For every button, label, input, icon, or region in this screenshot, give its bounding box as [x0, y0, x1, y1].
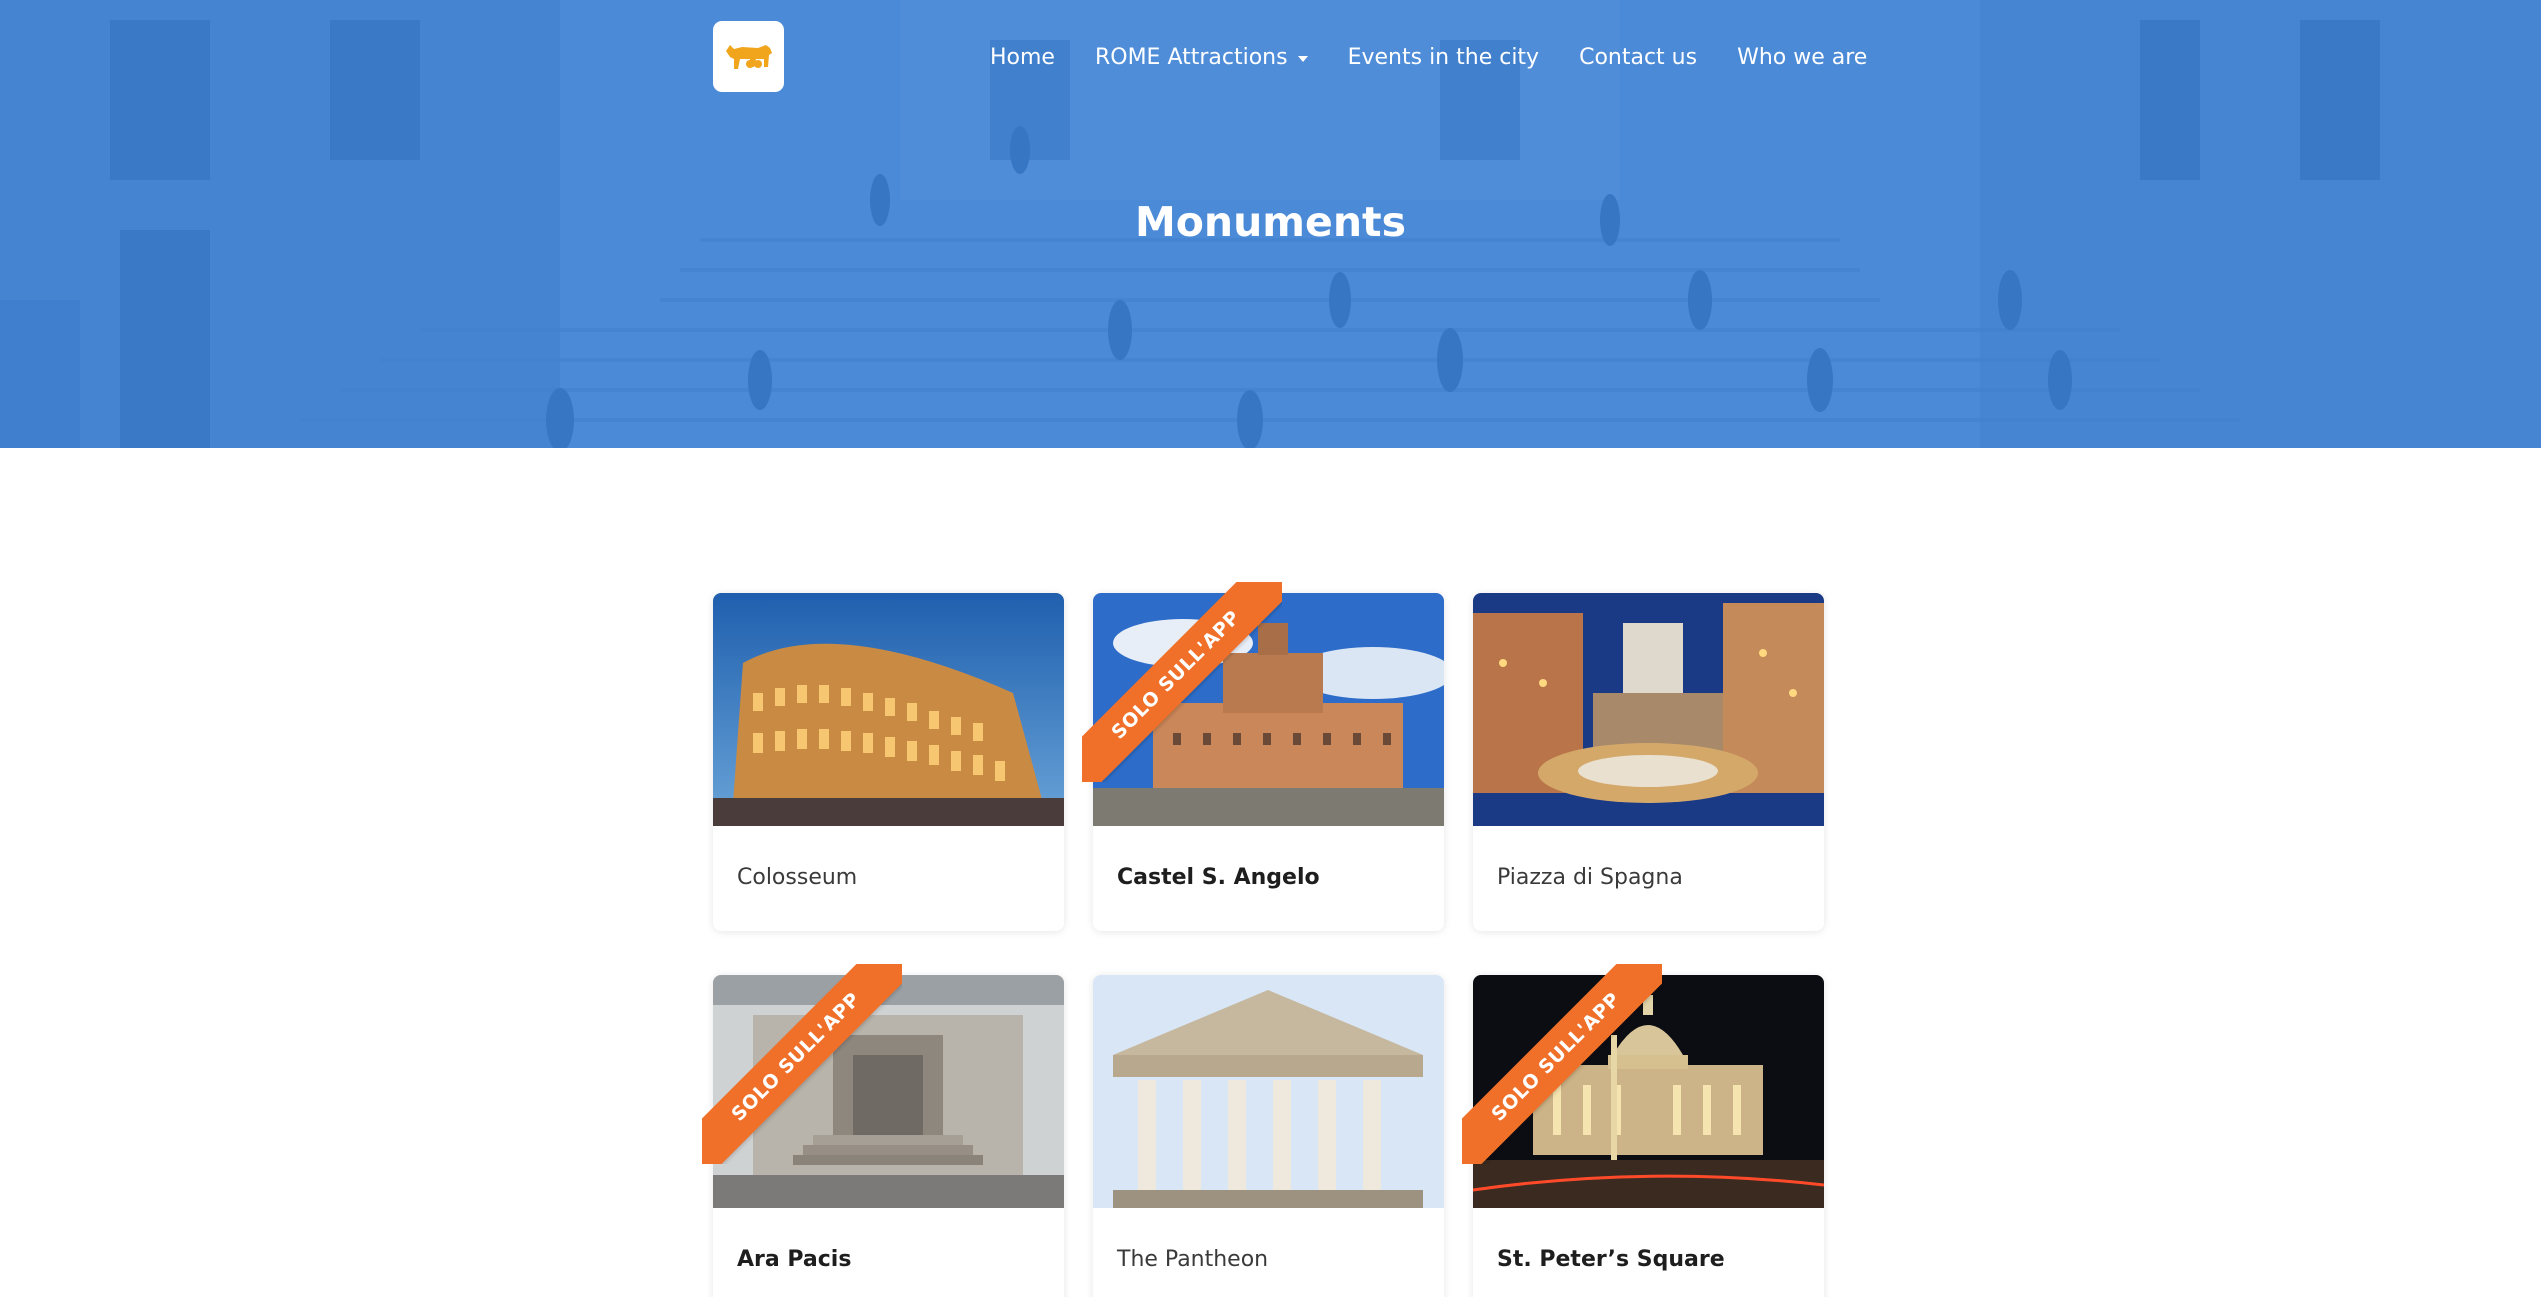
card-title: Piazza di Spagna: [1497, 865, 1683, 890]
nav-events[interactable]: Events in the city: [1348, 45, 1539, 70]
site-logo[interactable]: [713, 21, 784, 92]
nav-events-label: Events in the city: [1347, 44, 1540, 70]
main-nav: Home ROME Attractions Events in the city…: [990, 40, 1907, 74]
nav-rome-attractions[interactable]: ROME Attractions: [1095, 45, 1308, 70]
card-image[interactable]: [713, 593, 1064, 826]
card-image[interactable]: [1093, 593, 1444, 826]
card-title: Castel S. Angelo: [1117, 865, 1320, 890]
card-title: Colosseum: [737, 865, 858, 890]
card-image[interactable]: [1093, 975, 1444, 1208]
chevron-down-icon: [1297, 56, 1308, 62]
card-image[interactable]: [1473, 975, 1824, 1208]
hero-banner: Home ROME Attractions Events in the city…: [0, 0, 2541, 448]
card-title: The Pantheon: [1117, 1247, 1269, 1272]
card-title: St. Peter’s Square: [1497, 1247, 1725, 1272]
nav-contact-label: Contact us: [1579, 44, 1698, 70]
monument-card-castel-s-angelo[interactable]: SOLO SULL'APP Castel S. Angelo: [1082, 582, 1444, 931]
nav-home[interactable]: Home: [990, 45, 1055, 70]
monument-card-pantheon[interactable]: The Pantheon: [1093, 975, 1444, 1297]
she-wolf-icon: [725, 44, 772, 69]
card-image[interactable]: [713, 975, 1064, 1208]
monument-card-ara-pacis[interactable]: SOLO SULL'APP Ara Pacis: [702, 964, 1064, 1297]
nav-who-we-are[interactable]: Who we are: [1737, 45, 1867, 70]
monument-card-st-peters-square[interactable]: SOLO SULL'APP St. Peter’s Square: [1462, 964, 1824, 1297]
monument-card-piazza-di-spagna[interactable]: Piazza di Spagna: [1473, 593, 1824, 931]
nav-contact[interactable]: Contact us: [1579, 45, 1697, 70]
nav-home-label: Home: [990, 44, 1055, 70]
nav-rome-attractions-label: ROME Attractions: [1094, 44, 1288, 70]
card-image[interactable]: [1473, 593, 1824, 826]
card-title: Ara Pacis: [737, 1247, 852, 1272]
monument-card-colosseum[interactable]: Colosseum: [713, 593, 1064, 931]
nav-who-we-are-label: Who we are: [1737, 44, 1868, 70]
page-title: Monuments: [1134, 198, 1407, 246]
